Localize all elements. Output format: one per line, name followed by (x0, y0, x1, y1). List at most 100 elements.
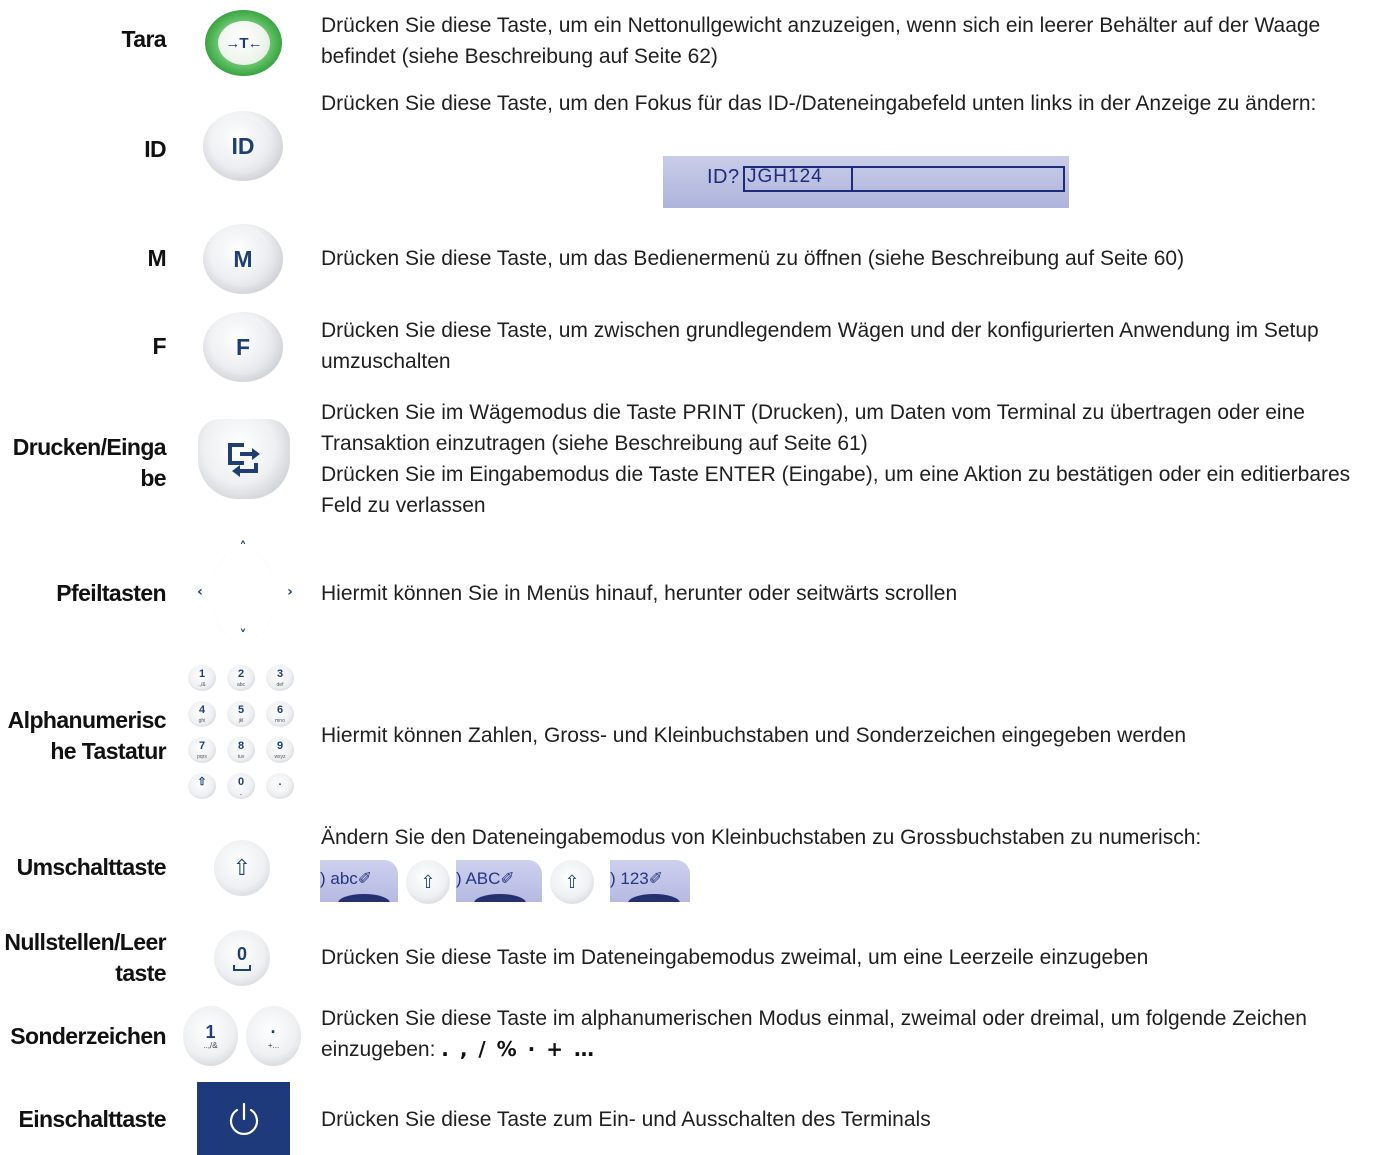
numeric-keypad: 1 .,/& 2 abc 3 def 4 ghi 5 jkl 6 mno 7 pqrs 8 tuv 9 wxyz ⇧… (188, 665, 308, 800)
mode-chip-upper: ) ABC✐ (456, 860, 542, 902)
label-tara: Tara (121, 26, 167, 52)
desc-arrows: Hiermit können Sie in Menüs hinauf, heru… (321, 578, 1383, 609)
label-special: Sonderzeichen (10, 1023, 166, 1049)
numpad-key[interactable]: 0 ⎵ (227, 773, 255, 799)
arrow-down-icon[interactable]: ˅ (235, 628, 251, 644)
special-key-2[interactable]: · +... (246, 1006, 301, 1066)
label-power: Einschalttaste (18, 1106, 166, 1132)
numpad-key-letters: pqrs (197, 754, 207, 760)
arrow-keys-center (213, 550, 273, 640)
desc-power: Drücken Sie diese Taste zum Ein- und Aus… (321, 1104, 1383, 1135)
power-key[interactable] (197, 1082, 290, 1155)
numpad-key-label: 8 (237, 740, 245, 752)
numpad-key[interactable]: 5 jkl (227, 701, 255, 727)
numpad-key-label: 0 (237, 776, 245, 788)
numpad-key[interactable]: 9 wxyz (266, 737, 294, 763)
label-zero-line2: taste (115, 960, 166, 986)
label-zero-line1: Nullstellen/Leer (4, 929, 166, 955)
arrow-left-icon[interactable]: ‹ (192, 584, 208, 600)
numpad-key-label: ⇧ (197, 776, 207, 788)
label-zero: Nullstellen/Leer taste (1, 927, 166, 989)
numpad-key-letters: jkl (238, 718, 244, 724)
power-icon (229, 1102, 258, 1135)
mode-shift-arrow-1: ⇧ (420, 871, 436, 893)
id-field-prompt: ID? (707, 166, 740, 188)
numpad-key[interactable]: 3 def (266, 665, 294, 691)
numpad-key-letters: def (276, 682, 284, 688)
arrow-right-icon[interactable]: › (282, 584, 298, 600)
label-arrows: Pfeiltasten (56, 580, 166, 606)
numpad-key-letters: tuv (237, 754, 245, 760)
special-symbols: . , / % · + … (441, 1037, 596, 1061)
desc-print-text: Drücken Sie im Wägemodus die Taste PRINT… (321, 401, 1305, 455)
numpad-key-letters: wxyz (274, 754, 286, 760)
arrow-up-icon[interactable]: ˄ (235, 540, 251, 556)
desc-f: Drücken Sie diese Taste, um zwischen gru… (321, 315, 1383, 377)
numpad-key-letters: .,/& (198, 682, 206, 688)
shift-key[interactable]: ⇧ (214, 840, 270, 896)
desc-arrows-text: Hiermit können Sie in Menüs hinauf, heru… (321, 582, 958, 605)
label-print-line2: be (140, 465, 166, 491)
label-shift: Umschalttaste (16, 854, 167, 880)
desc-m: Drücken Sie diese Taste, um das Bediener… (321, 243, 1383, 274)
desc-id-text: Drücken Sie diese Taste, um den Fokus fü… (321, 92, 1317, 115)
desc-m-text: Drücken Sie diese Taste, um das Bediener… (321, 247, 1185, 270)
f-key[interactable]: F (203, 312, 283, 382)
numpad-key[interactable]: 6 mno (266, 701, 294, 727)
special-key-2-dot: · (270, 1021, 277, 1042)
mode-chip-upper-text: ) ABC✐ (456, 869, 515, 888)
f-key-face: F (215, 319, 271, 375)
mode-chip-numeric: ) 123✐ (610, 860, 690, 902)
mode-chip-lower: ) abc✐ (320, 860, 398, 902)
label-print-line1: Drucken/Einga (12, 434, 167, 460)
numpad-key[interactable]: . (266, 773, 294, 799)
numpad-key[interactable]: 1 .,/& (188, 665, 216, 691)
shift-arrow-icon: ⇧ (232, 855, 252, 881)
desc-special: Drücken Sie diese Taste im alphanumerisc… (321, 1003, 1383, 1065)
numpad-key[interactable]: 8 tuv (227, 737, 255, 763)
desc-alnum-text: Hiermit können Zahlen, Gross- und Kleinb… (321, 724, 1187, 747)
numpad-key-label: 6 (276, 704, 284, 716)
label-alnum: Alphanumerisc he Tastatur (1, 705, 167, 767)
zero-space-key[interactable]: 0 (214, 930, 270, 986)
desc-shift: Ändern Sie den Dateneingabemodus von Kle… (321, 822, 1383, 853)
numpad-key-label: . (278, 776, 282, 788)
numpad-key[interactable]: ⇧ (188, 773, 216, 799)
numpad-key-letters: abc (236, 682, 246, 688)
special-key-2-sub: +... (267, 1040, 280, 1050)
label-print: Drucken/Einga be (1, 432, 167, 494)
id-field-value: JGH124 (747, 166, 823, 187)
numpad-key-letters: ⎵ (239, 790, 242, 796)
mode-shift-icon-2: ⇧ (550, 860, 594, 904)
m-key[interactable]: M (203, 224, 283, 294)
desc-print: Drücken Sie im Wägemodus die Taste PRINT… (321, 397, 1383, 521)
numpad-key-label: 5 (237, 704, 245, 716)
desc-tara-text: Drücken Sie diese Taste, um ein Nettonul… (321, 14, 1321, 68)
shift-mode-sequence: ) abc✐ ⇧ ) ABC✐ ⇧ ) 123✐ (320, 860, 700, 904)
print-enter-icon (228, 443, 260, 477)
numpad-key-letters: mno (275, 718, 285, 724)
numpad-key-label: 9 (276, 740, 284, 752)
numpad-key[interactable]: 4 ghi (188, 701, 216, 727)
numpad-key-label: 3 (276, 668, 284, 680)
numpad-key[interactable]: 2 abc (227, 665, 255, 691)
numpad-key-letters: ghi (198, 718, 206, 724)
zero-key-digit: 0 (236, 944, 247, 964)
print-enter-key[interactable] (198, 419, 290, 499)
mode-shift-icon-1: ⇧ (406, 860, 450, 904)
id-key-face: ID (215, 118, 271, 174)
tara-key-face: →T← (217, 21, 270, 65)
tara-key[interactable]: →T← (205, 10, 282, 76)
id-key[interactable]: ID (203, 111, 283, 181)
desc-enter-text: Drücken Sie im Eingabemodus die Taste EN… (321, 463, 1351, 517)
desc-id: Drücken Sie diese Taste, um den Fokus fü… (321, 88, 1383, 119)
numpad-key[interactable]: 7 pqrs (188, 737, 216, 763)
special-key-1[interactable]: 1 ..,/& (183, 1006, 238, 1066)
label-f: F (152, 333, 167, 359)
label-alnum-line1: Alphanumerisc (7, 707, 167, 733)
label-id: ID (144, 136, 166, 162)
desc-shift-text: Ändern Sie den Dateneingabemodus von Kle… (321, 826, 1202, 849)
numpad-key-label: 7 (198, 740, 206, 752)
desc-tara: Drücken Sie diese Taste, um ein Nettonul… (321, 10, 1383, 72)
desc-special-text: Drücken Sie diese Taste im alphanumerisc… (321, 1003, 1383, 1065)
